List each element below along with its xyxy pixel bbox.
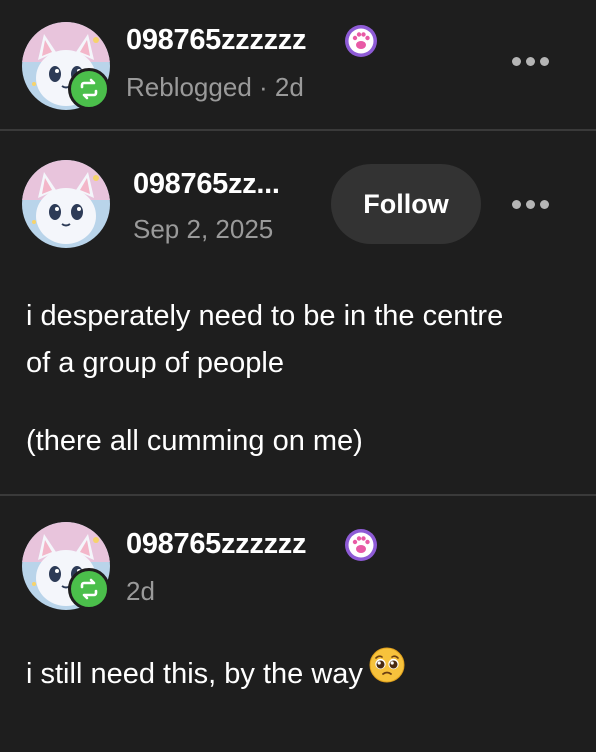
dot-icon: [512, 199, 521, 209]
paw-icon: [345, 25, 377, 57]
paw-icon: [345, 529, 377, 561]
reblog-badge: [68, 568, 110, 610]
reblog-meta: Reblogged · 2d: [126, 72, 304, 102]
post-date[interactable]: Sep 2, 2025: [133, 214, 273, 245]
dot-icon: [540, 199, 549, 209]
post-text-line: i desperately need to be in the centre: [26, 300, 504, 332]
more-options-button[interactable]: [512, 198, 549, 210]
reblog-badge: [68, 68, 110, 110]
commenter-username[interactable]: 098765zzzzzz: [126, 528, 306, 561]
reblog-icon: [80, 78, 98, 100]
comment-text-content: i still need this, by the way: [26, 658, 363, 691]
dot-icon: [526, 56, 535, 66]
author-avatar[interactable]: [22, 160, 110, 248]
pleading-face-icon: [369, 647, 405, 698]
divider: [0, 494, 596, 496]
follow-button[interactable]: Follow: [331, 164, 481, 244]
divider: [0, 129, 596, 131]
dot-icon: [526, 199, 535, 209]
author-username[interactable]: 098765zz...: [133, 168, 280, 201]
comment-time[interactable]: 2d: [126, 576, 155, 607]
reblogger-username[interactable]: 098765zzzzzz: [126, 24, 306, 57]
post-text-line: of a group of people: [26, 347, 284, 379]
more-options-button[interactable]: [512, 55, 549, 67]
reblog-icon: [80, 578, 98, 600]
post-text-line: (there all cumming on me): [26, 425, 363, 457]
dot-icon: [540, 56, 549, 66]
dot-icon: [512, 56, 521, 66]
post-thread: 098765zzzzzz Reblogged · 2d 098765zz... …: [0, 0, 596, 752]
comment-text: i still need this, by the way: [26, 647, 405, 701]
